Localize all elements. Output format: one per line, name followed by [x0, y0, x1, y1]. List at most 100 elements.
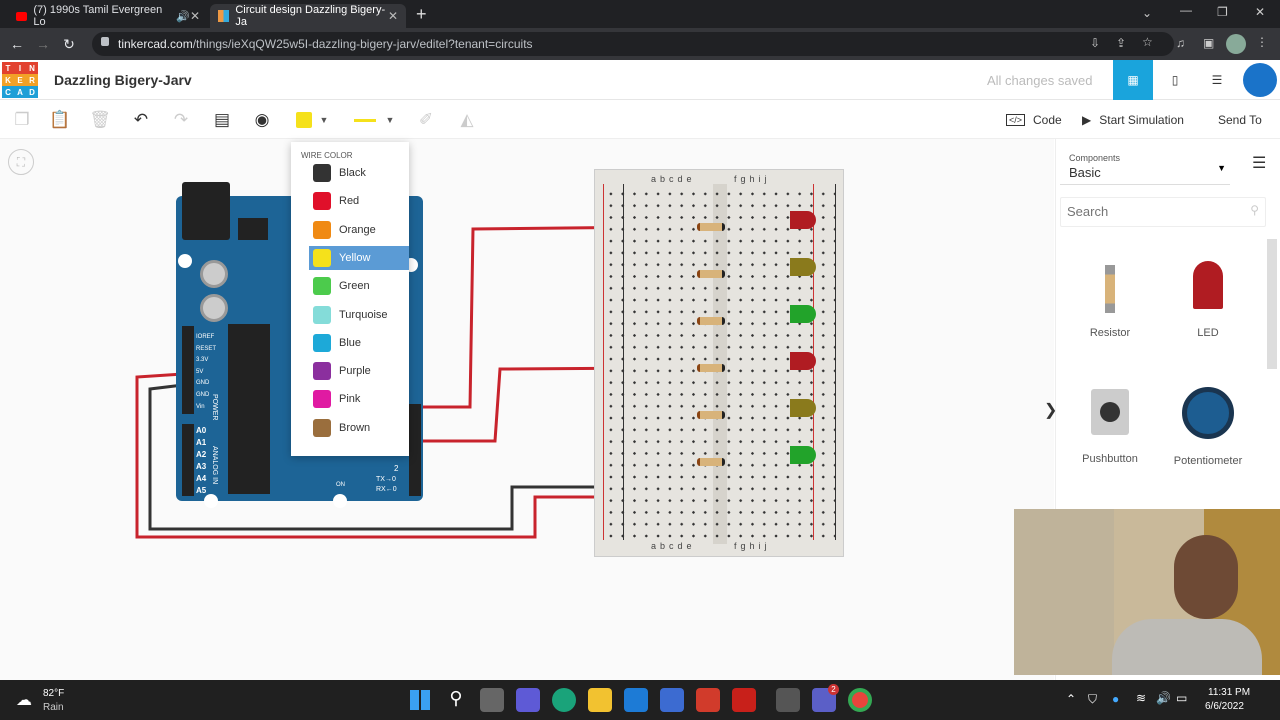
wire-color-option-black[interactable]: Black [309, 161, 409, 185]
send-to-label: Send To [1218, 113, 1262, 127]
search-field[interactable]: ⚲ [1060, 197, 1266, 227]
component-pushbutton[interactable]: Pushbutton [1065, 389, 1155, 465]
new-tab-icon[interactable]: + [416, 4, 427, 25]
profile-avatar[interactable] [1226, 34, 1246, 54]
rotate-icon[interactable]: ✐ [414, 107, 438, 133]
office-icon[interactable] [732, 688, 756, 712]
search-input[interactable] [1067, 198, 1237, 224]
design-title[interactable]: Dazzling Bigery-Jarv [54, 72, 192, 88]
chrome-icon[interactable] [848, 688, 872, 712]
address-bar: ← → ↻ tinkercad.com /things/ieXqQW25w5I-… [0, 28, 1280, 60]
pin-label: A4 [196, 474, 207, 483]
collapse-panel-icon[interactable]: ❯ [1044, 400, 1057, 420]
wire-color-option-orange[interactable]: Orange [309, 218, 409, 242]
resistor[interactable] [697, 364, 725, 372]
tinkercad-logo[interactable]: T I N K E R C A D [2, 62, 38, 98]
component-potentiometer[interactable]: Potentiometer [1163, 387, 1253, 467]
led-red[interactable] [790, 352, 816, 370]
wire-color-option-pink[interactable]: Pink [309, 387, 409, 411]
wire-color-option-yellow[interactable]: Yellow [309, 245, 409, 270]
minimize-icon[interactable]: — [1180, 3, 1192, 17]
wifi-icon[interactable]: ≋ [1136, 691, 1146, 705]
capacitor [200, 260, 228, 288]
list-view-icon[interactable]: ☰ [1252, 153, 1266, 173]
forward-icon[interactable]: → [30, 36, 56, 52]
tab-tinkercad[interactable]: Circuit design Dazzling Bigery-Ja ✕ [210, 4, 406, 28]
weather-temp[interactable]: 82°F [43, 688, 64, 699]
component-list-button[interactable]: ☰ [1197, 60, 1237, 100]
clock-time[interactable]: 11:31 PM [1208, 687, 1250, 698]
close-icon[interactable]: ✕ [190, 9, 200, 23]
start-icon[interactable] [408, 688, 432, 712]
copy-icon[interactable]: ❐ [10, 107, 34, 133]
reload-icon[interactable]: ↻ [56, 36, 82, 53]
search-icon[interactable]: ⚲ [444, 688, 468, 712]
battery-icon[interactable]: ▭ [1176, 691, 1187, 705]
window-close-icon[interactable]: ✕ [1255, 5, 1265, 19]
menu-icon[interactable]: ⋮ [1256, 35, 1268, 49]
back-icon[interactable]: ← [4, 36, 30, 52]
star-icon[interactable]: ☆ [1142, 35, 1153, 49]
mounting-hole [204, 494, 218, 508]
delete-icon[interactable]: 🗑 [88, 107, 112, 133]
start-simulation-button[interactable]: ▶ Start Simulation [1074, 105, 1192, 135]
notes-icon[interactable]: ▤ [209, 107, 235, 133]
flip-icon[interactable]: ◭ [454, 107, 480, 133]
chevron-up-icon[interactable]: ⌃ [1066, 692, 1076, 706]
led-green[interactable] [790, 305, 816, 323]
workplane-canvas[interactable]: ⛶ IOREF RESET 3.3V 5V GND GND Vin A0 A1 … [0, 139, 1054, 680]
wire-color-picker[interactable]: ▼ [288, 107, 336, 133]
resistor[interactable] [697, 270, 725, 278]
scrollbar[interactable] [1267, 239, 1277, 369]
pin-label: A5 [196, 486, 207, 495]
led-yellow[interactable] [790, 258, 816, 276]
code-button[interactable]: </> Code [998, 105, 1070, 135]
chat-icon[interactable] [516, 688, 540, 712]
led-red[interactable] [790, 211, 816, 229]
notes-visibility-icon[interactable]: ◉ [249, 107, 275, 133]
wire-color-option-brown[interactable]: Brown [309, 416, 409, 440]
maximize-icon[interactable]: ❐ [1217, 5, 1228, 19]
file-explorer-icon[interactable] [588, 688, 612, 712]
app-icon[interactable] [660, 688, 684, 712]
resistor[interactable] [697, 411, 725, 419]
schematic-view-button[interactable]: ▯ [1155, 60, 1195, 100]
clock-date: 6/6/2022 [1205, 701, 1244, 712]
wire-color-option-red[interactable]: Red [309, 189, 409, 213]
component-resistor[interactable]: Resistor [1065, 265, 1155, 339]
wire-color-option-purple[interactable]: Purple [309, 359, 409, 383]
redo-icon[interactable]: ↷ [168, 107, 194, 133]
paste-icon[interactable]: 📋 [48, 107, 72, 133]
media-icon[interactable]: ♫ [1176, 36, 1185, 50]
led-green[interactable] [790, 446, 816, 464]
mail-icon[interactable] [624, 688, 648, 712]
undo-icon[interactable]: ↶ [128, 107, 154, 133]
send-to-button[interactable]: Send To [1210, 105, 1270, 135]
wire-color-option-blue[interactable]: Blue [309, 331, 409, 355]
user-avatar[interactable] [1240, 60, 1280, 100]
components-select[interactable]: Components Basic ▼ [1060, 147, 1230, 185]
wire-color-option-green[interactable]: Green [309, 274, 409, 298]
edge-icon[interactable] [552, 688, 576, 712]
app-icon[interactable] [776, 688, 800, 712]
sidebar-icon[interactable]: ▣ [1203, 36, 1214, 50]
component-led[interactable]: LED [1163, 261, 1253, 339]
share-icon[interactable]: ⇪ [1116, 36, 1126, 50]
teams-icon[interactable]: 2 [812, 684, 839, 712]
led-yellow[interactable] [790, 399, 816, 417]
task-view-icon[interactable] [480, 688, 504, 712]
circuit-view-button[interactable]: ▦ [1113, 60, 1153, 100]
resistor[interactable] [697, 317, 725, 325]
resistor[interactable] [697, 223, 725, 231]
install-icon[interactable]: ⇩ [1090, 36, 1100, 50]
chevron-down-icon[interactable]: ⌄ [1142, 6, 1152, 20]
wire-color-option-turquoise[interactable]: Turquoise [309, 303, 409, 327]
office-icon[interactable] [696, 688, 720, 712]
tab-youtube[interactable]: (7) 1990s Tamil Evergreen Lo 🔊 ✕ [8, 4, 208, 28]
chip-icon: ▦ [1127, 73, 1139, 87]
wire-type-picker[interactable]: ▼ [346, 107, 402, 133]
resistor[interactable] [697, 458, 725, 466]
speaker-icon[interactable]: 🔊 [1156, 691, 1171, 705]
url-field[interactable]: tinkercad.com /things/ieXqQW25w5I-dazzli… [92, 32, 1174, 56]
close-icon[interactable]: ✕ [388, 9, 398, 23]
